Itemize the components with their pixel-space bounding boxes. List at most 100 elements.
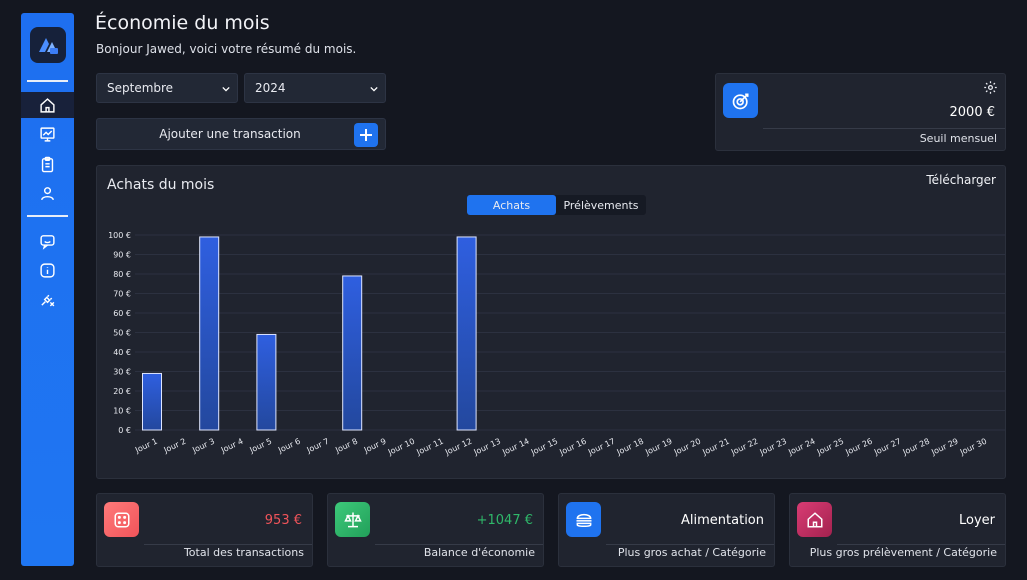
x-tick-label: Jour 6 bbox=[276, 437, 302, 455]
year-select[interactable]: 2024 bbox=[244, 73, 386, 103]
sidebar-item-stats[interactable] bbox=[28, 121, 67, 147]
sidebar-item-tasks[interactable] bbox=[28, 151, 67, 177]
y-tick-label: 20 € bbox=[113, 387, 131, 396]
y-tick-label: 100 € bbox=[108, 231, 131, 240]
page-title: Économie du mois bbox=[95, 12, 270, 34]
chart-bar[interactable] bbox=[456, 236, 477, 431]
y-tick-label: 90 € bbox=[113, 251, 131, 260]
x-tick-label: Jour 2 bbox=[162, 437, 188, 455]
x-tick-label: Jour 19 bbox=[643, 437, 673, 458]
y-tick-label: 70 € bbox=[113, 290, 131, 299]
chart-icon bbox=[40, 126, 55, 142]
card-divider bbox=[606, 544, 774, 545]
x-tick-label: Jour 25 bbox=[815, 437, 845, 458]
stat-card-total: 953 € Total des transactions bbox=[96, 493, 313, 567]
x-tick-label: Jour 4 bbox=[219, 437, 245, 455]
chart-bar[interactable] bbox=[342, 275, 363, 431]
chart-card: Achats du mois Télécharger Achats Prélèv… bbox=[96, 165, 1006, 479]
stat-card-top-debit: Loyer Plus gros prélèvement / Catégorie bbox=[789, 493, 1006, 567]
x-tick-label: Jour 22 bbox=[729, 437, 759, 458]
x-tick-label: Jour 17 bbox=[586, 437, 616, 458]
month-select[interactable]: Septembre bbox=[96, 73, 238, 103]
sidebar-item-info[interactable] bbox=[28, 257, 67, 283]
stat-label: Balance d'économie bbox=[423, 546, 535, 559]
sidebar bbox=[21, 13, 74, 566]
month-select-value: Septembre bbox=[107, 81, 174, 95]
add-transaction-button[interactable]: Ajouter une transaction bbox=[96, 118, 386, 150]
card-divider bbox=[144, 544, 312, 545]
stat-label: Total des transactions bbox=[183, 546, 304, 559]
dice-icon bbox=[104, 502, 139, 537]
x-tick-label: Jour 12 bbox=[443, 437, 473, 458]
plus-icon bbox=[354, 123, 378, 147]
info-icon bbox=[40, 262, 55, 278]
stat-value: 953 € bbox=[264, 513, 302, 528]
x-tick-label: Jour 11 bbox=[414, 437, 444, 458]
clipboard-icon bbox=[41, 156, 54, 172]
gear-icon[interactable] bbox=[983, 80, 998, 95]
year-select-value: 2024 bbox=[255, 81, 286, 95]
threshold-card: 2000 € Seuil mensuel bbox=[715, 73, 1006, 151]
sidebar-item-messages[interactable] bbox=[28, 228, 67, 254]
y-tick-label: 60 € bbox=[113, 309, 131, 318]
chevron-down-icon bbox=[222, 86, 230, 92]
page-subtitle: Bonjour Jawed, voici votre résumé du moi… bbox=[96, 42, 357, 56]
y-tick-label: 80 € bbox=[113, 270, 131, 279]
x-tick-label: Jour 8 bbox=[333, 437, 359, 455]
x-tick-label: Jour 23 bbox=[758, 437, 788, 458]
stat-label: Plus gros achat / Catégorie bbox=[617, 546, 766, 559]
stat-value: +1047 € bbox=[476, 513, 533, 528]
burger-icon bbox=[566, 502, 601, 537]
x-tick-label: Jour 5 bbox=[247, 437, 273, 455]
sidebar-divider bbox=[27, 80, 68, 82]
sidebar-item-home[interactable] bbox=[21, 92, 74, 118]
bar-chart: 0 € 10 € 20 € 30 € 40 € 50 € 60 € 70 € 80 € 90 € 1… bbox=[108, 231, 1005, 458]
x-tick-label: Jour 24 bbox=[786, 437, 816, 458]
x-tick-label: Jour 14 bbox=[500, 437, 530, 458]
card-divider bbox=[763, 128, 1005, 129]
x-tick-label: Jour 26 bbox=[843, 437, 873, 458]
stat-card-balance: +1047 € Balance d'économie bbox=[327, 493, 544, 567]
x-tick-label: Jour 27 bbox=[872, 437, 902, 458]
x-tick-label: Jour 9 bbox=[362, 437, 388, 455]
x-tick-label: Jour 13 bbox=[472, 437, 502, 458]
x-tick-label: Jour 15 bbox=[529, 437, 559, 458]
chevron-down-icon bbox=[370, 86, 378, 92]
chart-bar[interactable] bbox=[199, 236, 220, 431]
card-divider bbox=[837, 544, 1005, 545]
sidebar-item-logout[interactable] bbox=[28, 286, 67, 312]
y-tick-label: 40 € bbox=[113, 348, 131, 357]
x-tick-label: Jour 18 bbox=[615, 437, 645, 458]
scale-icon bbox=[335, 502, 370, 537]
target-icon bbox=[723, 83, 758, 118]
y-tick-label: 30 € bbox=[113, 368, 131, 377]
x-tick-label: Jour 10 bbox=[386, 437, 416, 458]
chat-icon bbox=[40, 234, 55, 250]
x-tick-label: Jour 28 bbox=[901, 437, 931, 458]
x-tick-label: Jour 30 bbox=[958, 437, 988, 458]
house-icon bbox=[797, 502, 832, 537]
chart-bar[interactable] bbox=[256, 333, 277, 431]
sidebar-divider bbox=[27, 215, 68, 217]
chart-bar[interactable] bbox=[142, 372, 162, 431]
y-tick-label: 50 € bbox=[113, 329, 131, 338]
x-tick-label: Jour 20 bbox=[672, 437, 702, 458]
app-logo-icon[interactable] bbox=[30, 27, 66, 63]
threshold-label: Seuil mensuel bbox=[919, 132, 997, 145]
sidebar-item-profile[interactable] bbox=[28, 180, 67, 206]
user-icon bbox=[41, 186, 54, 200]
add-transaction-label: Ajouter une transaction bbox=[159, 127, 301, 141]
card-divider bbox=[375, 544, 543, 545]
x-tick-label: Jour 16 bbox=[557, 437, 587, 458]
y-tick-label: 10 € bbox=[113, 407, 131, 416]
stat-value: Alimentation bbox=[681, 513, 764, 528]
x-tick-label: Jour 3 bbox=[190, 437, 216, 455]
stat-card-top-purchase: Alimentation Plus gros achat / Catégorie bbox=[558, 493, 775, 567]
stat-value: Loyer bbox=[958, 513, 995, 528]
x-tick-label: Jour 7 bbox=[305, 437, 331, 455]
y-tick-label: 0 € bbox=[118, 426, 131, 435]
x-tick-label: Jour 21 bbox=[700, 437, 730, 458]
plug-off-icon bbox=[41, 294, 55, 306]
x-tick-label: Jour 1 bbox=[133, 437, 159, 455]
x-tick-label: Jour 29 bbox=[929, 437, 959, 458]
